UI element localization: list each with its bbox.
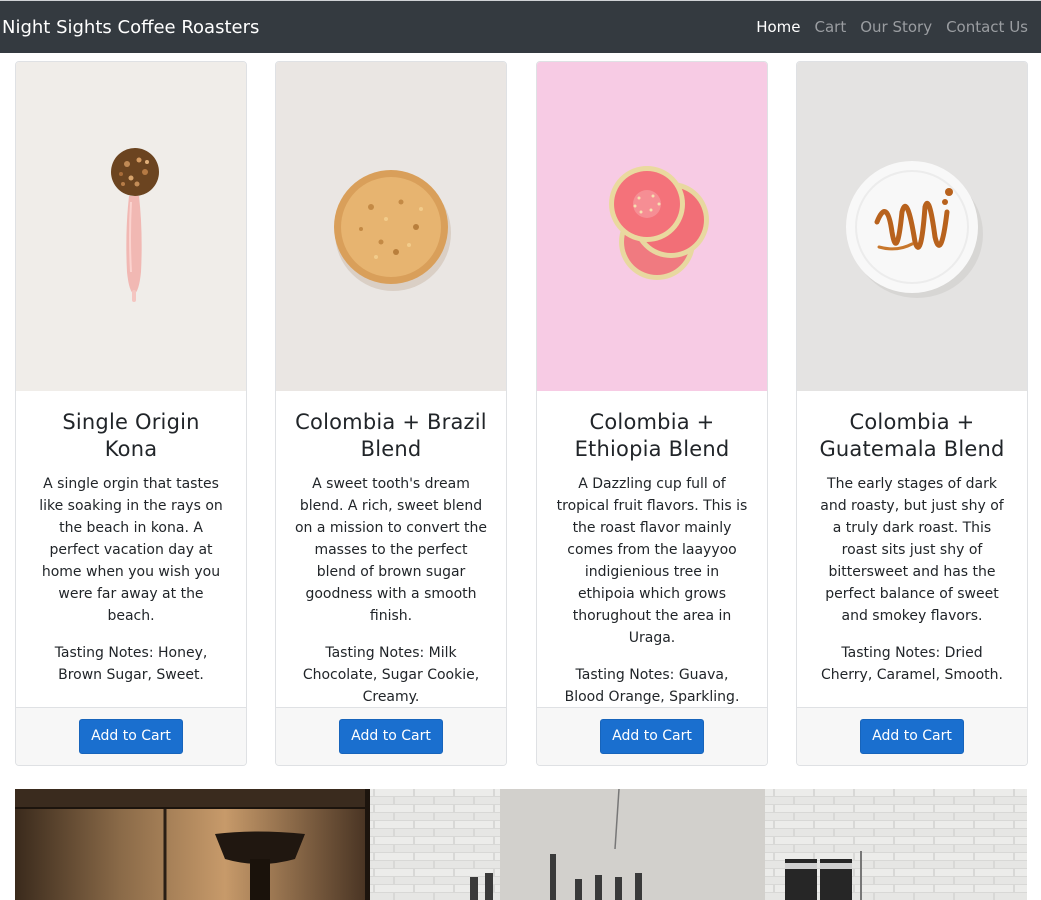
add-to-cart-button[interactable]: Add to Cart: [600, 719, 704, 754]
product-description: A single orgin that tastes like soaking …: [39, 476, 223, 624]
nav-links: Home Cart Our Story Contact Us: [749, 18, 1035, 36]
card-body: Colombia + Guatemala Blend The early sta…: [797, 391, 1027, 708]
cookie-icon: [334, 169, 451, 291]
product-title: Single Origin Kona: [62, 410, 200, 461]
product-card: Colombia + Brazil Blend A sweet tooth's …: [275, 61, 507, 766]
product-image: [797, 62, 1027, 391]
caramel-plate-icon: [846, 160, 983, 298]
navbar: Night Sights Coffee Roasters Home Cart O…: [0, 0, 1041, 53]
nav-link-contact-us[interactable]: Contact Us: [939, 18, 1035, 36]
card-footer: Add to Cart: [537, 707, 767, 765]
card-footer: Add to Cart: [16, 707, 246, 765]
product-title: Colombia + Ethiopia Blend: [574, 410, 730, 461]
product-image: [276, 62, 506, 391]
product-title: Colombia + Guatemala Blend: [819, 410, 1005, 461]
card-footer: Add to Cart: [276, 707, 506, 765]
card-body: Colombia + Brazil Blend A sweet tooth's …: [276, 391, 506, 708]
product-title: Colombia + Brazil Blend: [295, 410, 487, 461]
brand-link[interactable]: Night Sights Coffee Roasters: [2, 17, 259, 38]
add-to-cart-button[interactable]: Add to Cart: [79, 719, 183, 754]
nav-link-home[interactable]: Home: [749, 18, 807, 36]
product-image: [537, 62, 767, 391]
product-image: [16, 62, 246, 391]
card-footer: Add to Cart: [797, 707, 1027, 765]
product-card: Colombia + Ethiopia Blend A Dazzling cup…: [536, 61, 768, 766]
card-body: Single Origin Kona A single orgin that t…: [16, 391, 246, 708]
product-card: Colombia + Guatemala Blend The early sta…: [796, 61, 1028, 766]
add-to-cart-button[interactable]: Add to Cart: [339, 719, 443, 754]
nav-link-cart[interactable]: Cart: [807, 18, 853, 36]
coffee-shop-counter-icon: [15, 789, 1027, 900]
guava-slices-icon: [609, 165, 709, 280]
tasting-notes: Tasting Notes: Milk Chocolate, Sugar Coo…: [302, 645, 480, 705]
sugar-scoop-icon: [111, 147, 159, 302]
add-to-cart-button[interactable]: Add to Cart: [860, 719, 964, 754]
tasting-notes: Tasting Notes: Guava, Blood Orange, Spar…: [564, 667, 740, 705]
product-description: The early stages of dark and roasty, but…: [820, 476, 1004, 624]
tasting-notes: Tasting Notes: Honey, Brown Sugar, Sweet…: [54, 645, 208, 683]
tasting-notes: Tasting Notes: Dried Cherry, Caramel, Sm…: [821, 645, 1003, 683]
product-description: A sweet tooth's dream blend. A rich, swe…: [294, 476, 488, 624]
hero-image: [15, 789, 1027, 900]
nav-link-our-story[interactable]: Our Story: [853, 18, 939, 36]
product-card: Single Origin Kona A single orgin that t…: [15, 61, 247, 766]
card-body: Colombia + Ethiopia Blend A Dazzling cup…: [537, 391, 767, 708]
product-description: A Dazzling cup full of tropical fruit fl…: [556, 476, 748, 646]
